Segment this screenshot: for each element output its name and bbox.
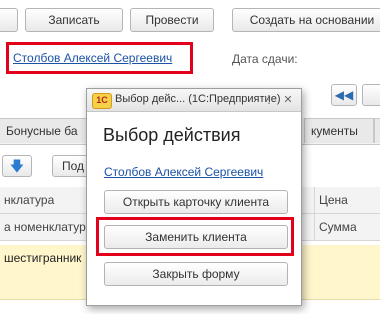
choose-action-dialog: 1С Выбор дейс... (1С:Предприятие) ⋮ ✕ Вы…	[86, 88, 302, 306]
tab-bonus[interactable]: Бонусные ба	[0, 118, 95, 143]
more-icon[interactable]: ⋮	[261, 92, 277, 108]
dialog-titlebar[interactable]: 1С Выбор дейс... (1С:Предприятие) ⋮ ✕	[87, 89, 301, 112]
move-down-button[interactable]: 🡇	[2, 155, 32, 177]
dialog-heading: Выбор действия	[103, 125, 241, 145]
dialog-client-link[interactable]: Столбов Алексей Сергеевич	[104, 165, 263, 179]
col-sum-header[interactable]: Сумма	[314, 214, 380, 240]
nav-back-button[interactable]: ◀◀	[331, 84, 357, 106]
client-link[interactable]: Столбов Алексей Сергеевич	[13, 51, 172, 65]
arrow-down-icon: 🡇	[9, 158, 25, 174]
post-button[interactable]: Провести	[130, 8, 214, 32]
date-label: Дата сдачи:	[232, 52, 298, 66]
rewind-icon: ◀◀	[334, 88, 354, 102]
tab-documents[interactable]: кументы	[304, 118, 374, 143]
nav-next-button[interactable]	[362, 84, 380, 106]
left-cutoff-button[interactable]	[0, 8, 18, 32]
close-form-button[interactable]: Закрыть форму	[104, 262, 288, 286]
col-price-header[interactable]: Цена	[314, 187, 380, 213]
replace-client-button[interactable]: Заменить клиента	[104, 225, 288, 249]
dialog-window-title: Выбор дейс... (1С:Предприятие)	[115, 93, 281, 105]
close-icon[interactable]: ✕	[280, 92, 296, 108]
tab-more[interactable]	[374, 118, 380, 143]
record-button[interactable]: Записать	[25, 8, 123, 32]
1c-logo-icon: 1С	[92, 93, 112, 109]
create-basis-button[interactable]: Создать на основании	[232, 8, 380, 32]
open-client-card-button[interactable]: Открыть карточку клиента	[104, 190, 288, 214]
